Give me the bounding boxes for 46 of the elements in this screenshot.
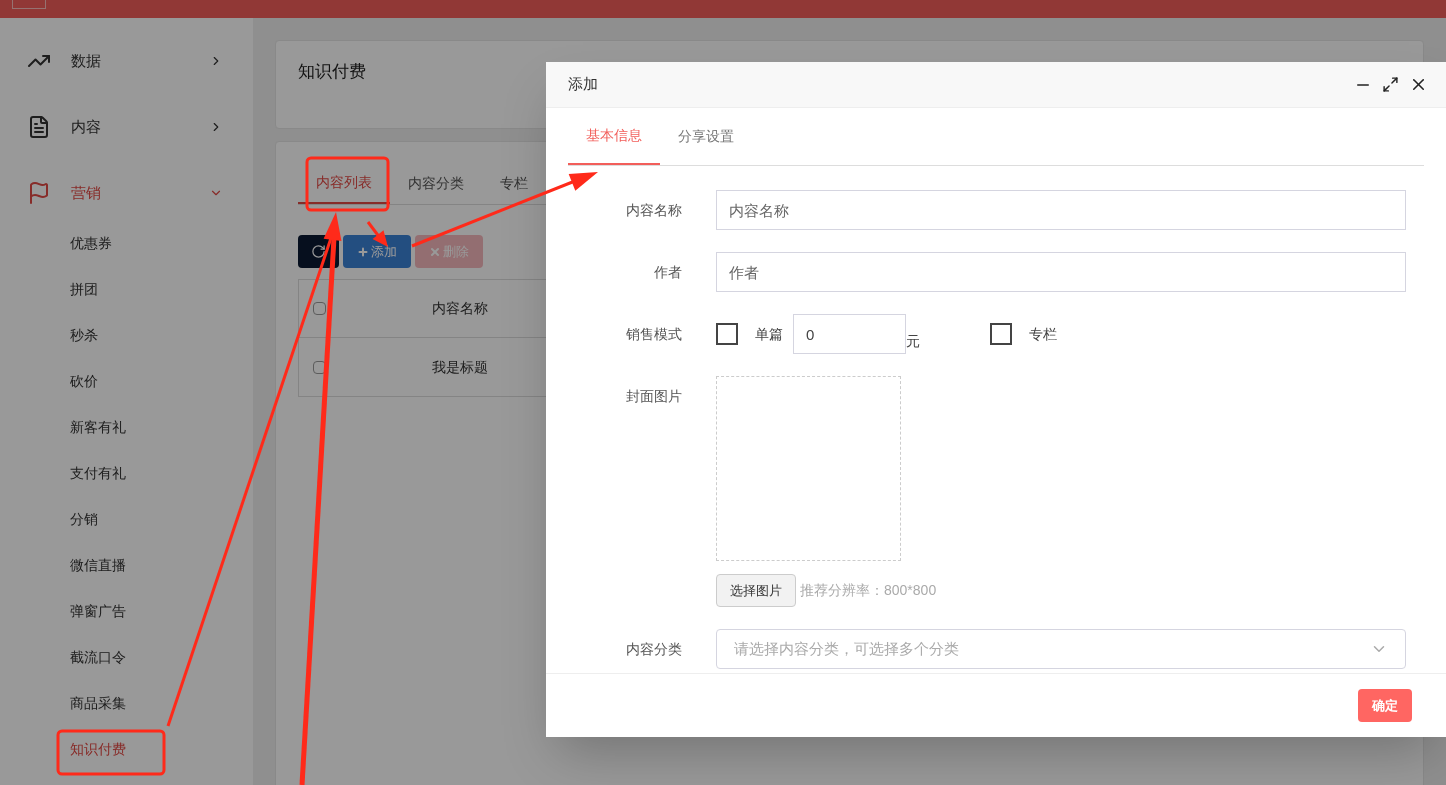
submenu-item[interactable]: 拼团 bbox=[0, 266, 253, 312]
submenu-item[interactable]: 知识付费 bbox=[0, 726, 253, 772]
unit-label: 元 bbox=[906, 332, 920, 351]
submenu-item[interactable]: 弹窗广告 bbox=[0, 588, 253, 634]
text-field[interactable]: 内容名称 bbox=[716, 190, 1406, 230]
table-cell-text: 我是标题 bbox=[432, 357, 488, 377]
option-label: 单篇 bbox=[755, 324, 783, 344]
sidebar-item[interactable]: 数据 bbox=[0, 28, 253, 94]
field-label: 作者 bbox=[654, 263, 682, 280]
submenu-item[interactable]: 分销 bbox=[0, 496, 253, 542]
choose-image-button[interactable]: 选择图片 bbox=[716, 574, 796, 607]
plus-icon bbox=[357, 245, 369, 258]
checkbox[interactable] bbox=[716, 323, 738, 345]
dialog-tab[interactable]: 分享设置 bbox=[660, 108, 752, 165]
tab[interactable]: 内容分类 bbox=[390, 162, 482, 204]
dialog-title: 添加 bbox=[568, 74, 599, 95]
add-button[interactable]: 添加 bbox=[343, 235, 411, 268]
hint-text: 推荐分辨率：800*800 bbox=[800, 581, 937, 600]
sidebar-item[interactable]: 内容 bbox=[0, 94, 253, 160]
field-label: 内容分类 bbox=[626, 640, 682, 657]
field-label: 内容名称 bbox=[626, 201, 682, 218]
text-field[interactable]: 作者 bbox=[716, 252, 1406, 292]
refresh-icon bbox=[311, 244, 326, 259]
sidebar-item-icon bbox=[27, 115, 51, 139]
option-label: 专栏 bbox=[1029, 324, 1057, 344]
submenu-item[interactable]: 微信直播 bbox=[0, 542, 253, 588]
tab[interactable]: 内容列表 bbox=[298, 162, 390, 204]
column-header: 内容名称 bbox=[432, 299, 488, 318]
logo-frame bbox=[12, 0, 46, 9]
submenu-item[interactable]: 砍价 bbox=[0, 358, 253, 404]
submenu-item[interactable]: 新客有礼 bbox=[0, 404, 253, 450]
checkbox[interactable] bbox=[990, 323, 1012, 345]
tab[interactable]: 专栏 bbox=[482, 162, 546, 204]
maximize-icon[interactable] bbox=[1382, 76, 1399, 93]
submenu-item[interactable]: 截流口令 bbox=[0, 634, 253, 680]
checkbox[interactable] bbox=[312, 302, 326, 315]
field-label: 销售模式 bbox=[626, 325, 682, 342]
price-field[interactable]: 0 bbox=[793, 314, 906, 354]
submenu-item[interactable]: 支付有礼 bbox=[0, 450, 253, 496]
page-title: 知识付费 bbox=[298, 62, 366, 81]
submenu-item[interactable]: 商品采集 bbox=[0, 680, 253, 726]
sidebar-item-icon bbox=[27, 181, 51, 205]
annotation-arrow bbox=[366, 221, 388, 247]
dialog-tab[interactable]: 基本信息 bbox=[568, 108, 660, 165]
field-label: 封面图片 bbox=[626, 388, 682, 404]
submenu-item[interactable]: 秒杀 bbox=[0, 312, 253, 358]
